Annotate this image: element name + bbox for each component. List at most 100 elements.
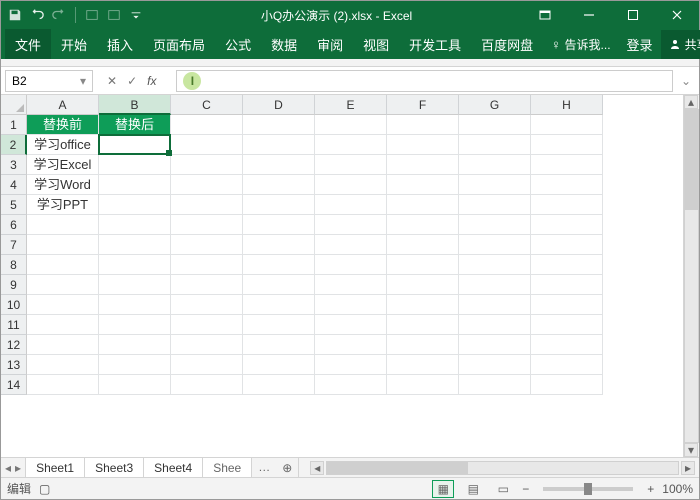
cell-E1[interactable] <box>315 115 387 135</box>
cell-G13[interactable] <box>459 355 531 375</box>
expand-formula-icon[interactable]: ⌄ <box>677 74 695 88</box>
cell-D4[interactable] <box>243 175 315 195</box>
cell-A1[interactable]: 替换前 <box>27 115 99 135</box>
login-button[interactable]: 登录 <box>619 29 661 60</box>
cell-F7[interactable] <box>387 235 459 255</box>
cell-A4[interactable]: 学习Word <box>27 175 99 195</box>
cell-G6[interactable] <box>459 215 531 235</box>
cell-D1[interactable] <box>243 115 315 135</box>
tab-next-icon[interactable]: ▸ <box>15 461 21 475</box>
cell-D13[interactable] <box>243 355 315 375</box>
cell-F1[interactable] <box>387 115 459 135</box>
cell-C13[interactable] <box>171 355 243 375</box>
spreadsheet-grid[interactable]: ABCDEFGH1替换前替换后2学习office3学习Excel4学习Word5… <box>1 95 683 395</box>
cell-A10[interactable] <box>27 295 99 315</box>
cell-C12[interactable] <box>171 335 243 355</box>
cell-B8[interactable] <box>99 255 171 275</box>
cell-G7[interactable] <box>459 235 531 255</box>
cell-C3[interactable] <box>171 155 243 175</box>
cell-C5[interactable] <box>171 195 243 215</box>
cell-C6[interactable] <box>171 215 243 235</box>
cell-D9[interactable] <box>243 275 315 295</box>
vertical-scrollbar[interactable]: ▴ ▾ <box>683 95 699 457</box>
row-header[interactable]: 11 <box>1 315 27 335</box>
tab-3[interactable]: 公式 <box>215 29 261 59</box>
row-header[interactable]: 4 <box>1 175 27 195</box>
cell-C9[interactable] <box>171 275 243 295</box>
cell-A5[interactable]: 学习PPT <box>27 195 99 215</box>
cell-B2[interactable] <box>99 135 171 155</box>
name-box[interactable]: ▾ <box>5 70 93 92</box>
cell-D12[interactable] <box>243 335 315 355</box>
cell-G8[interactable] <box>459 255 531 275</box>
cell-A14[interactable] <box>27 375 99 395</box>
cell-E3[interactable] <box>315 155 387 175</box>
col-header[interactable]: C <box>171 95 243 115</box>
tab-nav[interactable]: ◂ ▸ <box>1 458 25 477</box>
zoom-out-icon[interactable]: − <box>522 482 529 496</box>
scroll-right-icon[interactable]: ▸ <box>681 461 695 475</box>
cell-H11[interactable] <box>531 315 603 335</box>
row-header[interactable]: 6 <box>1 215 27 235</box>
cell-H12[interactable] <box>531 335 603 355</box>
fx-icon[interactable]: fx <box>147 74 162 88</box>
sheet-tab[interactable]: Sheet3 <box>85 457 144 477</box>
cell-G10[interactable] <box>459 295 531 315</box>
zoom-level[interactable]: 100% <box>662 482 693 496</box>
cell-G3[interactable] <box>459 155 531 175</box>
cell-D3[interactable] <box>243 155 315 175</box>
sheet-tab[interactable]: Sheet4 <box>144 457 203 477</box>
share-button[interactable]: 共享 <box>661 30 700 59</box>
cell-G1[interactable] <box>459 115 531 135</box>
cell-E10[interactable] <box>315 295 387 315</box>
cell-H8[interactable] <box>531 255 603 275</box>
col-header[interactable]: H <box>531 95 603 115</box>
row-header[interactable]: 13 <box>1 355 27 375</box>
sheet-tab[interactable]: Sheet1 <box>26 457 85 477</box>
col-header[interactable]: F <box>387 95 459 115</box>
qat-customize-icon[interactable] <box>128 7 144 23</box>
row-header[interactable]: 5 <box>1 195 27 215</box>
cell-B3[interactable] <box>99 155 171 175</box>
tab-file[interactable]: 文件 <box>5 29 51 59</box>
col-header[interactable]: D <box>243 95 315 115</box>
row-header[interactable]: 10 <box>1 295 27 315</box>
cell-B4[interactable] <box>99 175 171 195</box>
cell-E2[interactable] <box>315 135 387 155</box>
cell-H9[interactable] <box>531 275 603 295</box>
row-header[interactable]: 12 <box>1 335 27 355</box>
cell-C7[interactable] <box>171 235 243 255</box>
cell-G2[interactable] <box>459 135 531 155</box>
cell-H4[interactable] <box>531 175 603 195</box>
save-icon[interactable] <box>7 7 23 23</box>
cell-F10[interactable] <box>387 295 459 315</box>
zoom-slider[interactable] <box>543 487 633 491</box>
tell-me[interactable]: ♀ 告诉我... <box>543 30 618 59</box>
horizontal-scrollbar[interactable]: ◂ ▸ <box>306 458 699 477</box>
cell-C8[interactable] <box>171 255 243 275</box>
cell-E4[interactable] <box>315 175 387 195</box>
cell-G4[interactable] <box>459 175 531 195</box>
cell-E5[interactable] <box>315 195 387 215</box>
tab-1[interactable]: 插入 <box>97 29 143 59</box>
row-header[interactable]: 8 <box>1 255 27 275</box>
name-box-input[interactable] <box>12 74 72 88</box>
cell-F11[interactable] <box>387 315 459 335</box>
cancel-icon[interactable]: ✕ <box>107 74 117 88</box>
col-header[interactable]: G <box>459 95 531 115</box>
zoom-in-icon[interactable]: + <box>647 482 654 496</box>
cell-F9[interactable] <box>387 275 459 295</box>
cell-H3[interactable] <box>531 155 603 175</box>
cell-E11[interactable] <box>315 315 387 335</box>
cell-C2[interactable] <box>171 135 243 155</box>
cell-E9[interactable] <box>315 275 387 295</box>
cell-B12[interactable] <box>99 335 171 355</box>
ribbon-options-icon[interactable] <box>523 1 567 29</box>
cell-B1[interactable]: 替换后 <box>99 115 171 135</box>
cell-D7[interactable] <box>243 235 315 255</box>
cell-A8[interactable] <box>27 255 99 275</box>
scroll-up-icon[interactable]: ▴ <box>684 95 698 109</box>
close-icon[interactable] <box>655 1 699 29</box>
cell-A3[interactable]: 学习Excel <box>27 155 99 175</box>
cell-F5[interactable] <box>387 195 459 215</box>
